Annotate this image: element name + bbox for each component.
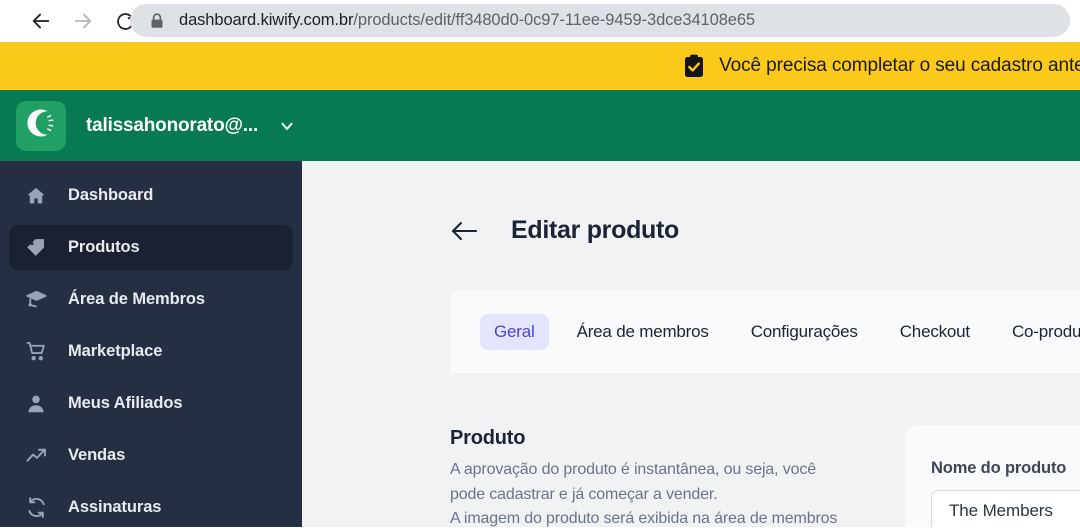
registration-alert-banner[interactable]: Você precisa completar o seu cadastro an… [0,42,1080,90]
back-arrow-icon[interactable] [450,219,480,243]
sidebar-item-label: Vendas [68,446,125,465]
app-topbar: talissahonorato@... [0,90,1080,161]
url-host: dashboard.kiwify.com.br [179,11,353,29]
graduation-cap-icon [23,287,49,313]
sidebar-item-label: Assinaturas [68,498,161,517]
sidebar-item-label: Produtos [68,238,140,257]
product-name-input[interactable]: The Members [931,490,1080,527]
browser-toolbar: dashboard.kiwify.com.br/products/edit/ff… [0,0,1080,42]
tag-icon [23,235,49,261]
trending-up-icon [23,443,49,469]
sidebar-item-meus-afiliados[interactable]: Meus Afiliados [9,381,293,426]
sidebar-item-label: Meus Afiliados [68,394,182,413]
produto-section: Produto A aprovação do produto é instant… [450,427,870,527]
tab-co-producao[interactable]: Co-produção [998,314,1080,350]
sidebar-item-assinaturas[interactable]: Assinaturas [9,485,293,530]
back-button[interactable] [22,2,60,40]
sidebar-nav: Dashboard Produtos Área de Membros [0,161,302,527]
tab-checkout[interactable]: Checkout [886,314,984,350]
alert-message: Você precisa completar o seu cadastro an… [719,55,1080,77]
home-icon [23,183,49,209]
section-title: Produto [450,427,870,450]
section-description-line: A imagem do produto será exibida na área… [450,507,870,527]
page-title: Editar produto [511,216,679,245]
sidebar-item-label: Área de Membros [68,290,205,309]
refresh-cycle-icon [23,495,49,521]
tab-configuracoes[interactable]: Configurações [737,314,872,350]
page-header: Editar produto [450,216,679,245]
section-description: A aprovação do produto é instantânea, ou… [450,458,870,527]
person-icon [23,391,49,417]
sidebar-item-marketplace[interactable]: Marketplace [9,329,293,374]
sidebar-item-vendas[interactable]: Vendas [9,433,293,478]
sidebar-item-label: Marketplace [68,342,162,361]
sidebar-item-dashboard[interactable]: Dashboard [9,173,293,218]
back-arrow-icon [30,10,52,32]
account-email-label: talissahonorato@... [86,115,258,137]
tab-geral[interactable]: Geral [480,314,549,350]
sidebar-item-produtos[interactable]: Produtos [9,225,293,270]
sidebar-item-label: Dashboard [68,186,153,205]
shopping-cart-icon [23,339,49,365]
address-bar[interactable]: dashboard.kiwify.com.br/products/edit/ff… [130,4,1070,37]
url-path: /products/edit/ff3480d0-0c97-11ee-9459-3… [353,11,755,29]
section-description-line: pode cadastrar e já começar a vender. [450,483,870,508]
kiwify-kiwi-slice-logo [26,108,56,143]
forward-arrow-icon [72,10,94,32]
product-tabs: Geral Área de membros Configurações Chec… [450,290,1080,373]
kiwify-logo[interactable] [16,101,66,151]
main-content: Editar produto Geral Área de membros Con… [302,161,1080,527]
lock-icon [147,11,167,31]
product-name-label: Nome do produto [931,459,1080,478]
tab-area-de-membros[interactable]: Área de membros [563,314,723,350]
url-text: dashboard.kiwify.com.br/products/edit/ff… [179,11,755,30]
forward-button[interactable] [64,2,102,40]
sidebar-item-area-de-membros[interactable]: Área de Membros [9,277,293,322]
product-form-card: Nome do produto The Members [905,425,1080,527]
section-description-line: A aprovação do produto é instantânea, ou… [450,458,870,483]
clipboard-check-icon [683,54,705,78]
chevron-down-icon[interactable] [278,117,296,135]
